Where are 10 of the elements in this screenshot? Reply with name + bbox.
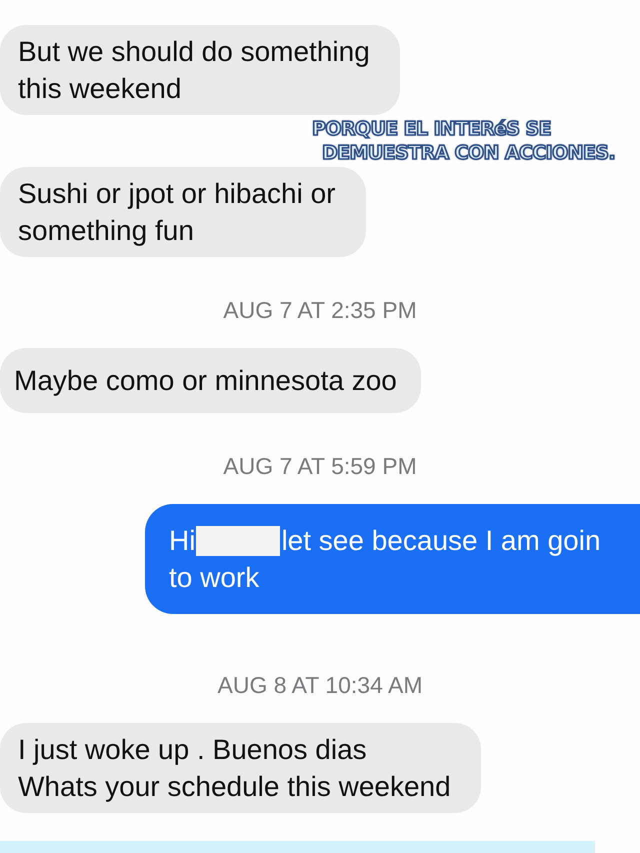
message-bubble: I just woke up . Buenos dias Whats your schedule this weekend — [0, 723, 481, 813]
timestamp: AUG 7 AT 2:35 PM — [223, 297, 417, 324]
message-bubble: Maybe como or minnesota zoo — [0, 348, 421, 413]
message-bubble: But we should do something this weekend — [0, 25, 400, 115]
timestamp: AUG 8 AT 10:34 AM — [218, 672, 422, 699]
caption-text: DEMUESTRA CON ACCIONES. — [322, 143, 616, 163]
caption-text: PORQUE EL INTERéS SE — [312, 119, 552, 139]
timestamp: AUG 7 AT 5:59 PM — [223, 453, 417, 480]
message-bubble: Sushi or jpot or hibachi or something fun — [0, 167, 366, 257]
message-bubble: Hi let see because I am goin to work — [145, 504, 640, 614]
